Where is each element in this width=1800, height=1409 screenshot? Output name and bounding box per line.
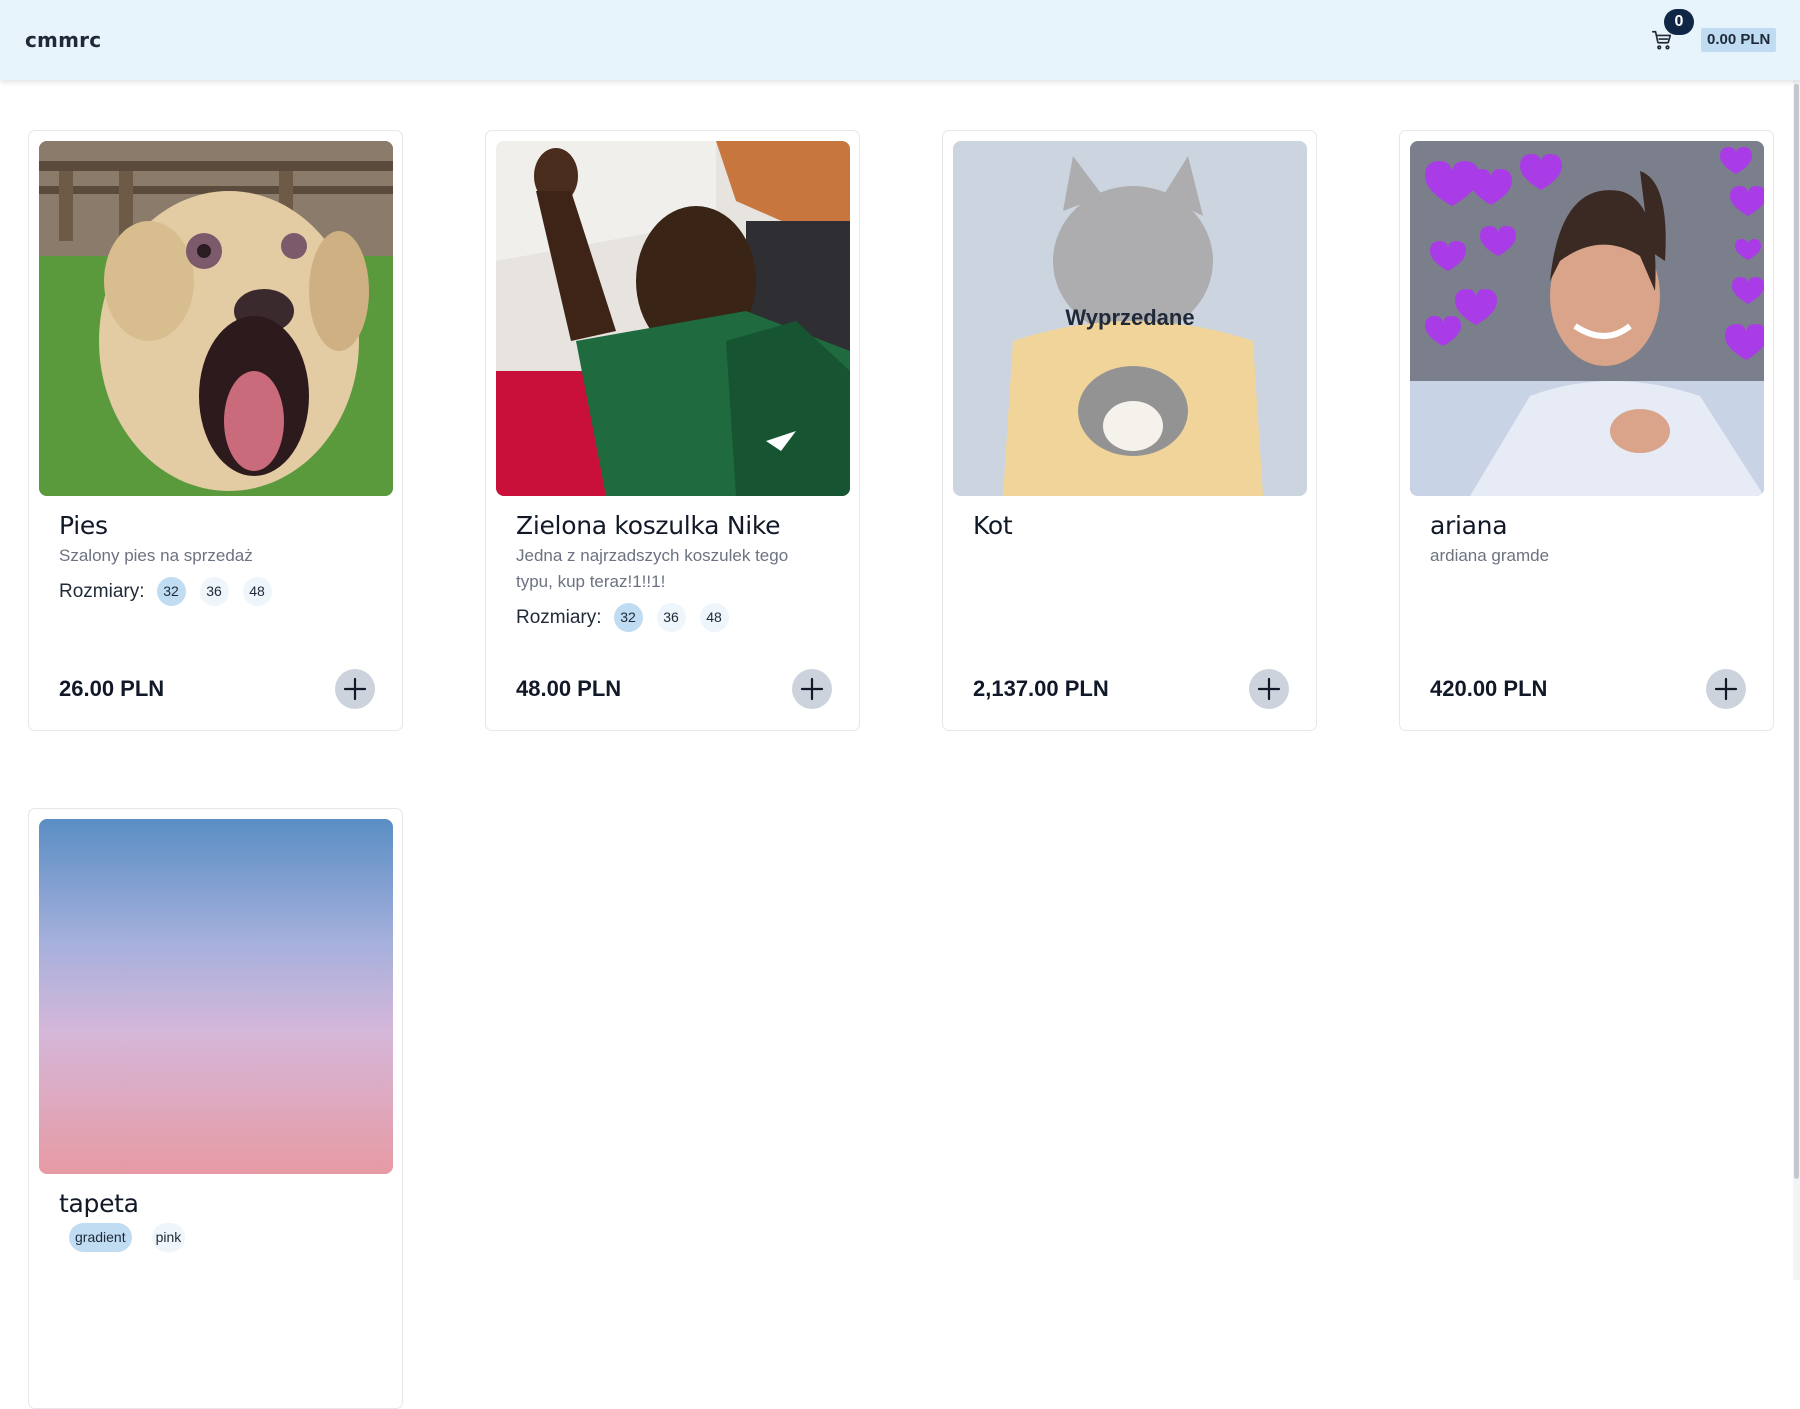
product-name: Kot xyxy=(973,511,1013,540)
product-card-kot[interactable]: Wyprzedane Kot 2,137.00 PLN xyxy=(942,130,1317,731)
product-price: 48.00 PLN xyxy=(516,676,622,701)
cart-count-badge: 0 xyxy=(1664,9,1694,35)
add-to-cart-button[interactable] xyxy=(335,669,375,709)
size-option-36[interactable]: 36 xyxy=(199,577,229,606)
size-option-48[interactable]: 48 xyxy=(242,577,272,606)
product-card-pies[interactable]: Pies Szalony pies na sprzedaż Rozmiary: … xyxy=(28,130,403,731)
product-name: tapeta xyxy=(59,1189,139,1218)
size-option-36[interactable]: 36 xyxy=(656,603,686,632)
store-logo[interactable]: cmmrc xyxy=(25,28,101,52)
product-image-dog[interactable] xyxy=(39,141,393,496)
product-card-nike-shirt[interactable]: Zielona koszulka Nike Jedna z najrzadszy… xyxy=(485,130,860,731)
plus-icon xyxy=(800,677,824,701)
tag-pink[interactable]: pink xyxy=(151,1223,186,1252)
sizes-label: Rozmiary: xyxy=(59,580,145,602)
product-image-shirt[interactable] xyxy=(496,141,850,496)
plus-icon xyxy=(1257,677,1281,701)
product-description: Szalony pies na sprzedaż xyxy=(59,546,253,565)
dog-photo xyxy=(39,141,393,496)
gradient-wallpaper xyxy=(39,819,393,1174)
size-option-48[interactable]: 48 xyxy=(699,603,729,632)
cart-total: 0.00 PLN xyxy=(1701,28,1777,52)
product-card-tapeta[interactable]: tapeta gradient pink xyxy=(28,808,403,1409)
sizes-label: Rozmiary: xyxy=(516,606,602,628)
size-option-32[interactable]: 32 xyxy=(156,577,186,606)
product-price: 2,137.00 PLN xyxy=(973,676,1109,701)
scrollbar-thumb[interactable] xyxy=(1794,84,1799,1179)
product-name: Pies xyxy=(59,511,108,540)
product-price: 420.00 PLN xyxy=(1430,676,1548,701)
product-image-cat[interactable]: Wyprzedane xyxy=(953,141,1307,496)
product-card-ariana[interactable]: ariana ardiana gramde 420.00 PLN xyxy=(1399,130,1774,731)
plus-icon xyxy=(343,677,367,701)
size-selector: Rozmiary: 32 36 48 xyxy=(59,577,272,606)
man-green-shirt-photo xyxy=(496,141,850,496)
size-option-32[interactable]: 32 xyxy=(613,603,643,632)
size-selector: Rozmiary: 32 36 48 xyxy=(516,603,729,632)
tag-gradient[interactable]: gradient xyxy=(69,1223,132,1252)
product-name: Zielona koszulka Nike xyxy=(516,511,781,540)
top-bar: cmmrc 0 0.00 PLN xyxy=(0,0,1800,80)
product-name: ariana xyxy=(1430,511,1508,540)
product-description: ardiana gramde xyxy=(1430,546,1550,565)
tag-list: gradient pink xyxy=(69,1223,186,1252)
add-to-cart-button[interactable] xyxy=(1249,669,1289,709)
add-to-cart-button[interactable] xyxy=(1706,669,1746,709)
product-image-ariana[interactable] xyxy=(1410,141,1764,496)
product-image-wallpaper[interactable] xyxy=(39,819,393,1174)
product-description: Jedna z najrzadszych koszulek tego typu,… xyxy=(516,546,789,591)
add-to-cart-button[interactable] xyxy=(792,669,832,709)
woman-hearts-photo xyxy=(1410,141,1764,496)
product-price: 26.00 PLN xyxy=(59,676,165,701)
plus-icon xyxy=(1714,677,1738,701)
sold-out-label: Wyprzedane xyxy=(1065,305,1195,330)
